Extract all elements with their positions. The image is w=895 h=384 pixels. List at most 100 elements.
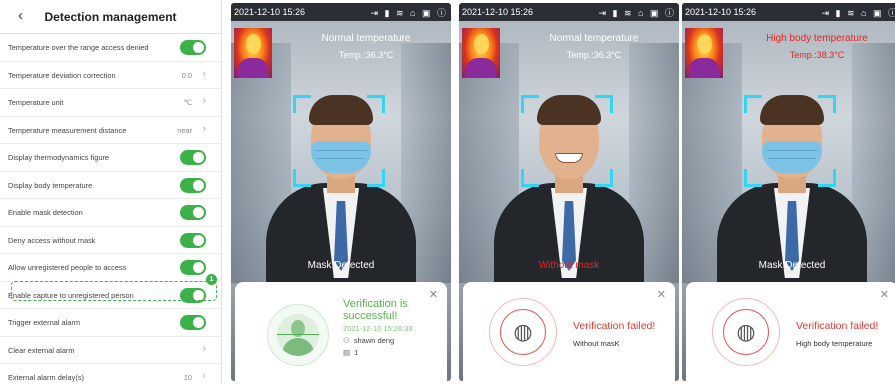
toggle-switch[interactable]	[180, 177, 206, 193]
toggle-switch[interactable]	[180, 150, 206, 165]
frame-corner	[293, 169, 311, 187]
avatar	[267, 304, 329, 366]
temperature-value: Temp.:36.3°C	[338, 50, 394, 60]
settings-row-value: 0.0	[181, 70, 192, 80]
status-bar: 2021-12-10 15:26 ⇥ ▮ ≋ ⌂ ▣ ⓘ	[459, 3, 679, 21]
result-title: Verification failed!	[796, 320, 879, 332]
settings-row[interactable]: External alarm delay(s) 10 ›	[0, 364, 222, 384]
result-title: Verification failed!	[573, 320, 656, 332]
settings-row[interactable]: Temperature over the range access denied	[0, 34, 222, 62]
status-bar: 2021-12-10 15:26 ⇥ ▮ ≋ ⌂ ▣ ⓘ	[682, 3, 895, 21]
settings-row[interactable]: Deny access without mask	[0, 227, 222, 254]
settings-row-label: Display thermodynamics figure	[8, 153, 110, 162]
avatar-photo	[277, 314, 319, 356]
settings-row-label: Enable mask detection	[8, 208, 83, 217]
frame-corner	[595, 169, 613, 187]
toggle-switch[interactable]	[180, 40, 206, 55]
verification-card: ✕ ◍ Verification failed! High body temperat…	[686, 282, 895, 381]
frame-corner	[744, 95, 762, 113]
detection-settings-panel: ‹ Detection management Temperature over …	[0, 0, 222, 384]
thermal-image	[462, 28, 500, 78]
chevron-right-icon[interactable]: ›	[202, 68, 206, 80]
settings-row[interactable]: Clear external alarm ›	[0, 337, 222, 364]
settings-row[interactable]: Temperature measurement distance near ›	[0, 117, 222, 144]
settings-row-label: Deny access without mask	[8, 235, 96, 245]
settings-row-label: Display body temperature	[8, 180, 93, 190]
thermal-image	[234, 28, 272, 78]
settings-header: ‹ Detection management	[0, 0, 221, 34]
temperature-status: Normal temperature	[549, 33, 639, 44]
status-time: 2021-12-10 15:26	[462, 7, 534, 17]
result-reason: High body temperature	[796, 339, 873, 348]
frame-corner	[521, 169, 539, 187]
result-title: Verification is successful!	[343, 298, 408, 322]
settings-row[interactable]: Display thermodynamics figure	[0, 144, 222, 172]
settings-row[interactable]: Trigger external alarm	[0, 309, 222, 337]
face-scan-icon: ◍	[723, 309, 769, 355]
chevron-right-icon[interactable]: ›	[202, 123, 206, 135]
thermal-face	[246, 34, 261, 54]
avatar-body	[282, 338, 314, 356]
id-card-icon: ▤	[343, 348, 351, 357]
status-time: 2021-12-10 15:26	[234, 7, 306, 17]
toggle-switch[interactable]	[180, 260, 206, 275]
temperature-status: Normal temperature	[321, 33, 411, 44]
settings-row[interactable]: Allow unregistered people to access	[0, 254, 222, 282]
toggle-switch[interactable]	[180, 205, 206, 220]
result-user: ⚇ shawn deng	[343, 336, 394, 345]
close-icon[interactable]: ✕	[880, 288, 889, 301]
frame-corner	[595, 95, 613, 113]
settings-row-value: near	[177, 125, 192, 135]
frame-corner	[744, 169, 762, 187]
frame-corner	[818, 169, 836, 187]
settings-row-label: Allow unregistered people to access	[8, 263, 127, 272]
result-reason: Without masK	[573, 339, 620, 348]
settings-row-label: Temperature measurement distance	[8, 125, 127, 135]
mask-status: Mask Detected	[758, 260, 826, 271]
scan-line	[277, 334, 319, 335]
face-detection-frame	[744, 95, 836, 187]
chevron-right-icon[interactable]: ›	[202, 343, 206, 355]
verification-card: ✕ Verification is successful! 2021-12-10 1…	[235, 282, 447, 381]
chevron-right-icon[interactable]: ›	[202, 95, 206, 107]
verification-card: ✕ ◍ Verification failed! Without masK	[463, 282, 675, 381]
device-screen: 2021-12-10 15:26 ⇥ ▮ ≋ ⌂ ▣ ⓘ Normal temper…	[231, 3, 451, 381]
status-icons: ⇥ ▮ ≋ ⌂ ▣ ⓘ	[598, 8, 676, 18]
temperature-value: Temp.:38.3°C	[789, 50, 845, 60]
status-icons: ⇥ ▮ ≋ ⌂ ▣ ⓘ	[821, 8, 895, 18]
result-id: ▤ 1	[343, 348, 358, 357]
settings-row-label: Clear external alarm	[8, 345, 75, 355]
status-time: 2021-12-10 15:26	[685, 7, 757, 17]
user-icon: ⚇	[343, 336, 350, 345]
settings-row-label: Temperature deviation correction	[8, 70, 116, 80]
settings-row[interactable]: Display body temperature	[0, 172, 222, 199]
fail-indicator: ◍	[489, 298, 557, 366]
mask-status: Without mask	[538, 260, 600, 271]
device-screen: 2021-12-10 15:26 ⇥ ▮ ≋ ⌂ ▣ ⓘ High body tem…	[682, 3, 895, 381]
settings-row-value: 10	[183, 373, 192, 382]
settings-row-value: ℃	[183, 98, 192, 107]
toggle-switch[interactable]	[180, 232, 206, 248]
chevron-right-icon[interactable]: ›	[202, 370, 206, 382]
temperature-status: High body temperature	[766, 33, 868, 44]
thermal-face	[697, 34, 712, 54]
status-icons: ⇥ ▮ ≋ ⌂ ▣ ⓘ	[370, 8, 448, 18]
status-bar: 2021-12-10 15:26 ⇥ ▮ ≋ ⌂ ▣ ⓘ	[231, 3, 451, 21]
highlight-outline	[11, 281, 217, 301]
settings-row-label: Temperature over the range access denied	[8, 43, 149, 52]
page-title: Detection management	[44, 10, 177, 24]
frame-corner	[521, 95, 539, 113]
frame-corner	[293, 95, 311, 113]
settings-row[interactable]: Enable mask detection	[0, 199, 222, 227]
user-name: shawn deng	[353, 336, 395, 345]
thermal-face	[474, 34, 489, 54]
frame-corner	[818, 95, 836, 113]
settings-row[interactable]: Temperature unit ℃ ›	[0, 89, 222, 117]
device-screen: 2021-12-10 15:26 ⇥ ▮ ≋ ⌂ ▣ ⓘ Normal temper…	[459, 3, 679, 381]
settings-row[interactable]: Temperature deviation correction 0.0 ›	[0, 62, 222, 89]
close-icon[interactable]: ✕	[657, 288, 666, 301]
user-id: 1	[354, 348, 359, 357]
toggle-switch[interactable]	[180, 315, 206, 330]
thermal-body	[689, 58, 719, 78]
face-scan-icon: ◍	[500, 309, 546, 355]
